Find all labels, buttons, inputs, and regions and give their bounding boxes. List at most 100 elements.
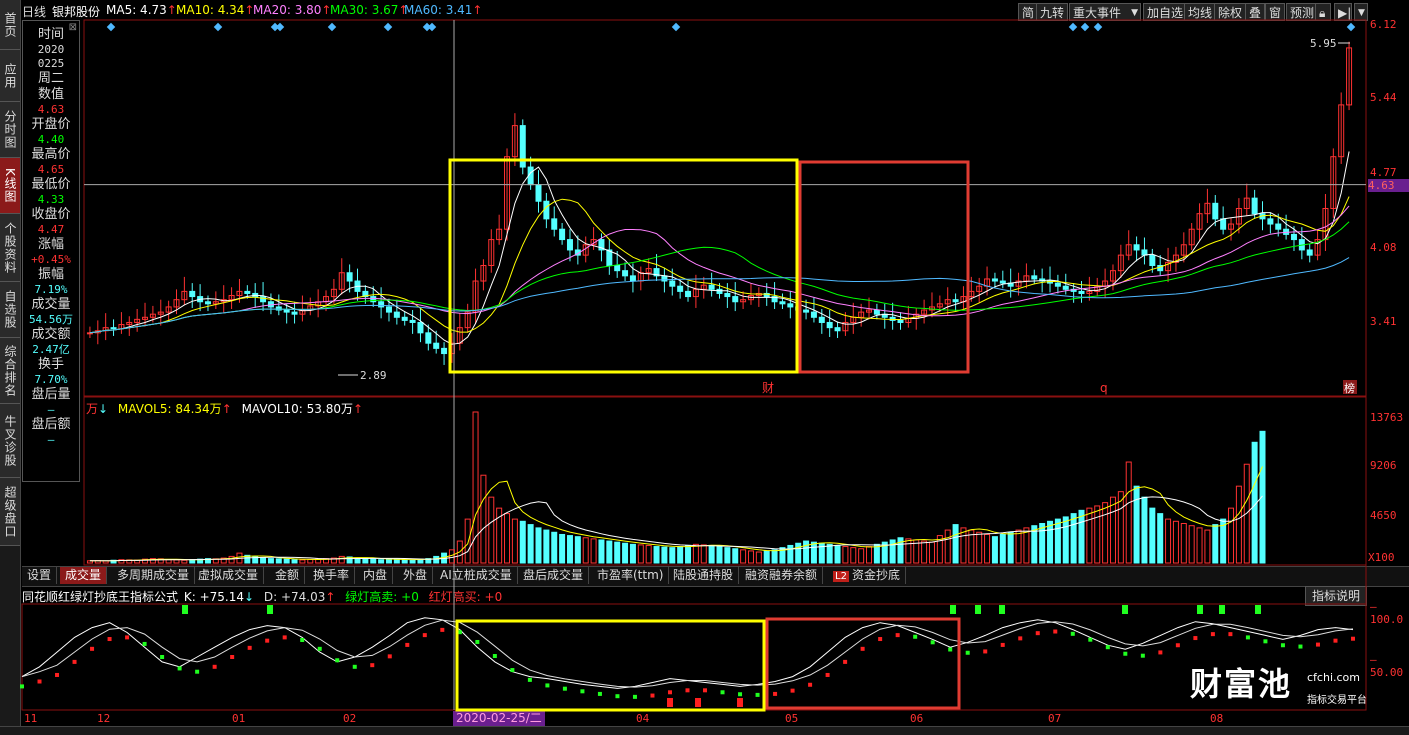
indicator-d-line — [21, 619, 1354, 688]
indicator-signal-dot — [72, 659, 77, 664]
volume-bar — [669, 547, 676, 564]
indicator-signal-dot — [1158, 650, 1163, 655]
indicator-signal-dot — [1035, 631, 1040, 636]
indicator-signal-dot — [1263, 639, 1268, 644]
volume-bar — [1023, 527, 1030, 564]
candle-body — [566, 239, 573, 251]
green-signal-marker — [1219, 605, 1225, 614]
ma30-line — [89, 221, 1350, 334]
indicator-signal-dot — [1298, 644, 1303, 649]
volume-bar — [1196, 527, 1203, 564]
indicator-signal-dot — [895, 633, 900, 638]
volume-bar — [614, 541, 621, 564]
candle-body — [952, 299, 959, 303]
volume-bar — [433, 555, 440, 564]
candle-body — [622, 270, 629, 277]
candle-body — [1251, 197, 1258, 215]
volume-bar — [984, 533, 991, 564]
volume-bar — [173, 559, 180, 564]
candle-body — [559, 228, 566, 241]
indicator-signal-dot — [247, 645, 252, 650]
volume-bar — [826, 543, 833, 564]
volume-bar — [763, 550, 770, 564]
indicator-signal-dot — [738, 692, 743, 697]
indicator-signal-dot — [1088, 637, 1093, 642]
indicator-signal-dot — [335, 658, 340, 663]
max-price-label: 5.95 — [1310, 37, 1337, 50]
volume-bar — [401, 559, 408, 564]
indicator-signal-dot — [1123, 651, 1128, 656]
volume-bar — [1172, 520, 1179, 564]
volume-bar — [1039, 522, 1046, 564]
indicator-signal-dot — [177, 666, 182, 671]
volume-bar — [716, 546, 723, 564]
volume-bar — [1086, 507, 1093, 564]
event-diamond-icon — [1093, 22, 1103, 32]
indicator-signal-dot — [1315, 642, 1320, 647]
volume-bar — [590, 538, 597, 564]
candle-body — [818, 316, 825, 323]
volume-bar — [574, 536, 581, 564]
indicator-signal-dot — [1140, 653, 1145, 658]
candle-body — [1267, 218, 1274, 225]
volume-bar — [1180, 522, 1187, 564]
volume-bar — [637, 544, 644, 564]
indicator-signal-dot — [685, 688, 690, 693]
volume-bar — [1188, 525, 1195, 564]
event-diamond-icon — [671, 22, 681, 32]
volume-bar — [299, 559, 306, 564]
indicator-highlight-yellow — [455, 619, 766, 712]
marker-bang: 榜 — [1344, 381, 1355, 395]
volume-bar — [771, 549, 778, 564]
event-diamond-icon — [427, 22, 437, 32]
candle-body — [433, 342, 440, 349]
volume-bar — [810, 541, 817, 564]
volume-bar — [181, 559, 188, 564]
volume-bar — [692, 543, 699, 564]
volume-bar — [999, 533, 1006, 564]
indicator-signal-dot — [440, 627, 445, 632]
indicator-signal-dot — [230, 655, 235, 659]
volume-bar — [747, 550, 754, 564]
indicator-signal-dot — [1228, 632, 1233, 637]
indicator-signal-dot — [1000, 642, 1005, 647]
candle-body — [409, 319, 416, 323]
indicator-signal-dot — [90, 646, 95, 651]
volume-bar — [1102, 502, 1109, 564]
indicator-signal-dot — [370, 663, 375, 668]
candle-body — [708, 284, 715, 290]
candle-body — [441, 347, 448, 355]
indicator-signal-dot — [1245, 635, 1250, 640]
green-signal-marker — [182, 605, 188, 614]
volume-bar — [991, 536, 998, 564]
kline-chart[interactable]: 5.95 2.89 财 q 榜 — [0, 0, 1409, 734]
candle-body — [614, 264, 621, 272]
volume-bar — [543, 529, 550, 564]
candle-body — [425, 332, 432, 344]
indicator-signal-dot — [265, 638, 270, 643]
candle-body — [260, 296, 267, 303]
candle-body — [810, 311, 817, 318]
volume-bar — [685, 544, 692, 564]
volume-bar — [1015, 529, 1022, 564]
volume-bar — [732, 548, 739, 564]
candle-body — [834, 327, 841, 332]
volume-bar — [1054, 518, 1061, 564]
volume-bar — [409, 559, 416, 564]
volume-bar — [511, 518, 518, 564]
indicator-signal-dot — [1070, 631, 1075, 636]
candle-body — [401, 316, 408, 321]
green-signal-marker — [1255, 605, 1261, 614]
event-diamond-icon — [1068, 22, 1078, 32]
volume-bar — [645, 544, 652, 564]
volume-bar — [1047, 520, 1054, 564]
indicator-signal-dot — [965, 650, 970, 655]
indicator-signal-dot — [667, 690, 672, 695]
indicator-highlight-red — [765, 617, 961, 710]
volume-bar — [905, 538, 912, 564]
volume-bar — [228, 555, 235, 564]
indicator-signal-dot — [562, 686, 567, 691]
indicator-signal-dot — [317, 646, 322, 651]
indicator-signal-dot — [405, 642, 410, 647]
candle-body — [1141, 249, 1148, 256]
